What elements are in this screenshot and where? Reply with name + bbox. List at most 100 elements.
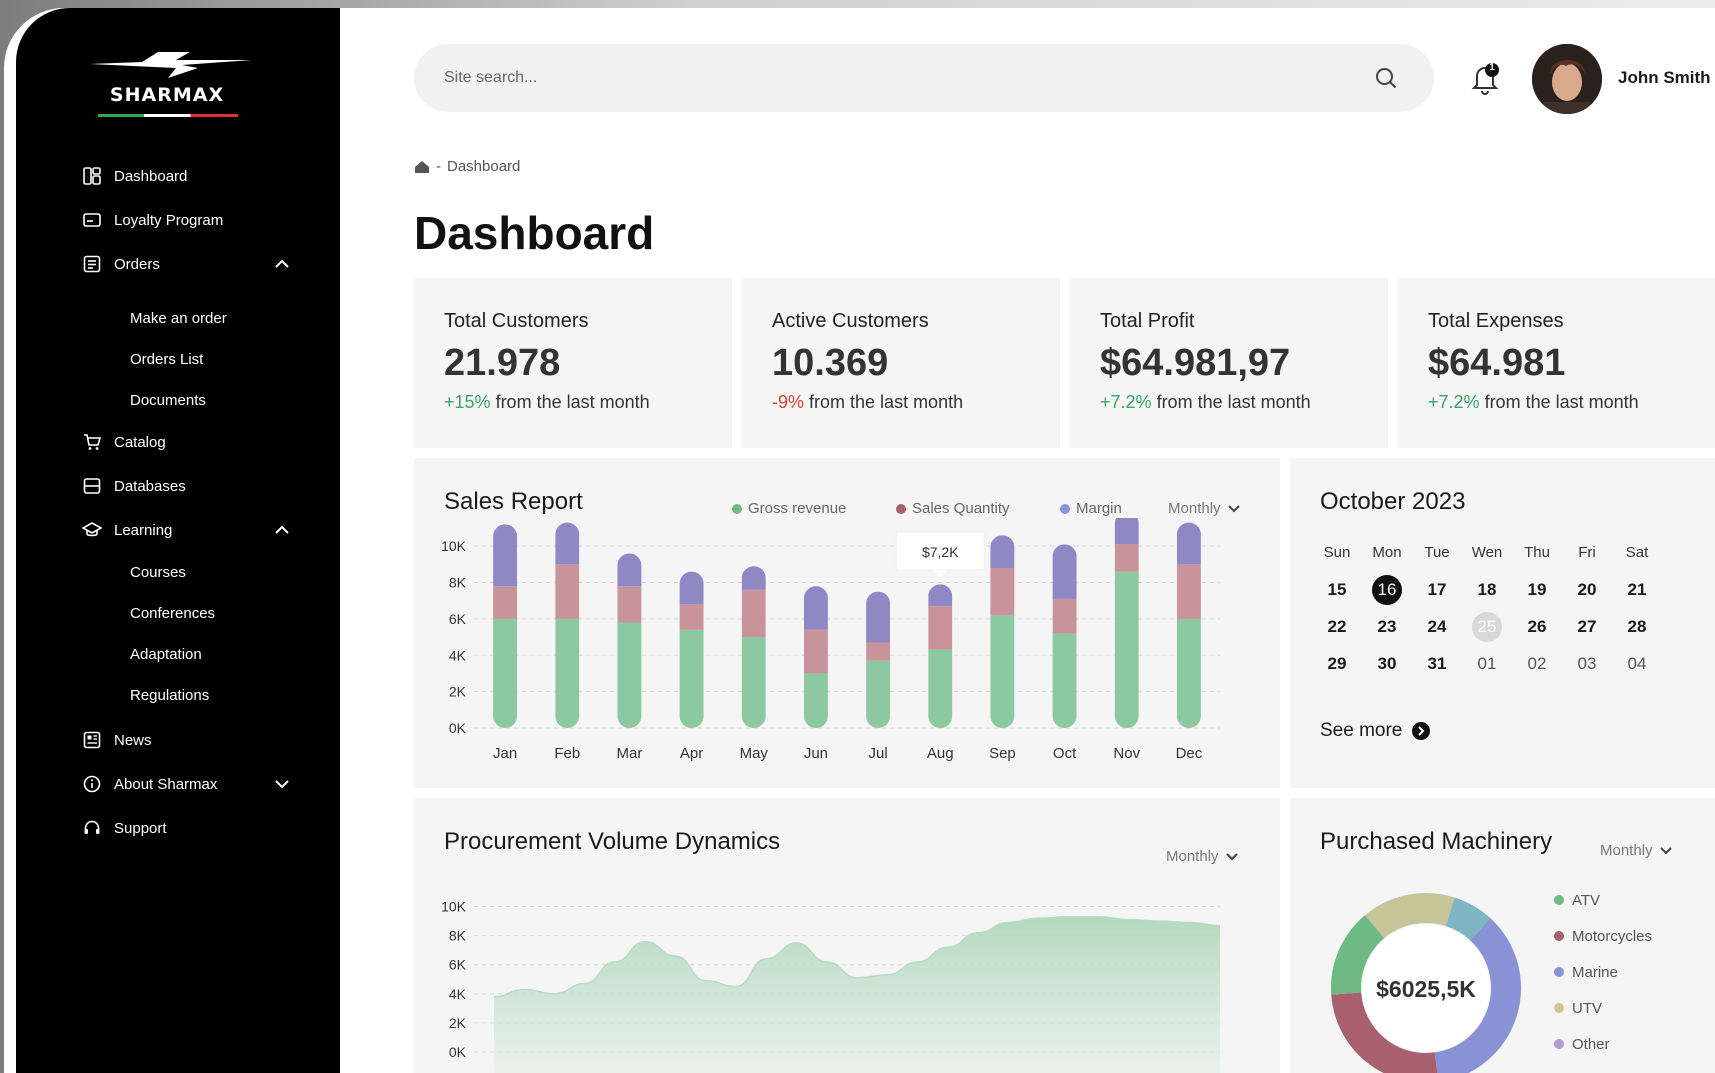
bar-segment-margin[interactable]	[1114, 518, 1139, 545]
bar-segment-gross-revenue[interactable]	[866, 660, 891, 728]
calendar-day[interactable]: 23	[1362, 612, 1412, 642]
sidebar-item-catalog[interactable]: Catalog	[82, 430, 292, 454]
calendar-day[interactable]: 31	[1412, 649, 1462, 679]
bar-stack-feb[interactable]	[555, 522, 580, 728]
procurement-period-dropdown[interactable]: Monthly	[1166, 848, 1239, 865]
legend-sales-quantity[interactable]: Sales Quantity	[896, 500, 1010, 517]
bar-stack-apr[interactable]	[679, 571, 704, 728]
calendar-day[interactable]: 28	[1612, 612, 1662, 642]
bar-segment-gross-revenue[interactable]	[990, 615, 1015, 728]
bar-segment-gross-revenue[interactable]	[1052, 633, 1077, 728]
sidebar-subitem-documents[interactable]: Documents	[130, 392, 206, 414]
bar-segment-sales-quantity[interactable]	[555, 564, 580, 619]
sidebar-subitem-adaptation[interactable]: Adaptation	[130, 646, 202, 668]
sidebar-subitem-make-an-order[interactable]: Make an order	[130, 310, 227, 332]
bar-segment-sales-quantity[interactable]	[741, 589, 766, 638]
calendar-day[interactable]: 26	[1512, 612, 1562, 642]
bar-segment-sales-quantity[interactable]	[990, 568, 1015, 616]
calendar-day-today[interactable]: 16	[1362, 574, 1412, 605]
bar-segment-sales-quantity[interactable]	[679, 604, 704, 630]
sidebar-item-loyalty-program[interactable]: Loyalty Program	[82, 208, 292, 232]
bar-segment-sales-quantity[interactable]	[928, 606, 953, 650]
brand-logo[interactable]: SHARMAX	[82, 48, 282, 128]
bar-segment-gross-revenue[interactable]	[493, 618, 518, 728]
bar-segment-gross-revenue[interactable]	[555, 618, 580, 728]
sidebar-subitem-orders-list[interactable]: Orders List	[130, 351, 203, 373]
bar-segment-gross-revenue[interactable]	[928, 649, 953, 728]
machinery-period-dropdown[interactable]: Monthly	[1600, 842, 1673, 859]
sidebar-item-about-sharmax[interactable]: About Sharmax	[82, 772, 292, 796]
sidebar-item-orders[interactable]: Orders	[82, 252, 292, 276]
bar-segment-gross-revenue[interactable]	[617, 622, 642, 728]
bar-stack-jul[interactable]	[866, 591, 891, 728]
bar-segment-margin[interactable]	[741, 566, 766, 590]
home-icon[interactable]	[414, 159, 430, 175]
donut-slice-other[interactable]	[1445, 897, 1491, 941]
bar-stack-nov[interactable]	[1114, 518, 1139, 728]
chevron-down-icon[interactable]	[272, 774, 292, 794]
sales-period-dropdown[interactable]: Monthly	[1168, 500, 1241, 517]
bar-segment-margin[interactable]	[679, 571, 704, 605]
legend-margin[interactable]: Margin	[1060, 500, 1122, 517]
bar-stack-dec[interactable]	[1176, 522, 1201, 728]
chevron-up-icon[interactable]	[272, 520, 292, 540]
bar-segment-gross-revenue[interactable]	[679, 629, 704, 728]
bar-segment-sales-quantity[interactable]	[803, 629, 828, 674]
calendar-day[interactable]: 01	[1462, 649, 1512, 679]
calendar-day[interactable]: 20	[1562, 575, 1612, 605]
bar-segment-margin[interactable]	[1052, 544, 1077, 599]
calendar-day[interactable]: 29	[1312, 649, 1362, 679]
calendar-day[interactable]: 03	[1562, 649, 1612, 679]
calendar-day[interactable]: 17	[1412, 575, 1462, 605]
bar-segment-sales-quantity[interactable]	[1114, 544, 1139, 572]
bar-segment-margin[interactable]	[617, 553, 642, 587]
calendar-day[interactable]: 24	[1412, 612, 1462, 642]
bar-stack-sep[interactable]	[990, 535, 1015, 728]
bar-segment-sales-quantity[interactable]	[617, 586, 642, 623]
bar-segment-margin[interactable]	[990, 535, 1015, 568]
sidebar-item-learning[interactable]: Learning	[82, 518, 292, 542]
bar-segment-margin[interactable]	[493, 524, 518, 587]
see-more-link[interactable]: See more	[1320, 720, 1431, 742]
sidebar-subitem-courses[interactable]: Courses	[130, 564, 186, 586]
legend-gross-revenue[interactable]: Gross revenue	[732, 500, 846, 517]
sidebar-subitem-conferences[interactable]: Conferences	[130, 605, 215, 627]
bar-segment-margin[interactable]	[928, 584, 953, 607]
calendar-day[interactable]: 30	[1362, 649, 1412, 679]
sidebar-item-databases[interactable]: Databases	[82, 474, 292, 498]
calendar-day[interactable]: 27	[1562, 612, 1612, 642]
calendar-day[interactable]: 21	[1612, 575, 1662, 605]
legend-utv[interactable]: UTV	[1554, 990, 1652, 1026]
bar-stack-jan[interactable]	[493, 524, 518, 728]
sidebar-item-dashboard[interactable]: Dashboard	[82, 164, 292, 188]
calendar-day[interactable]: 02	[1512, 649, 1562, 679]
bar-segment-margin[interactable]	[866, 591, 891, 643]
bar-segment-sales-quantity[interactable]	[1176, 564, 1201, 619]
bar-segment-gross-revenue[interactable]	[741, 637, 766, 728]
sidebar-item-support[interactable]: Support	[82, 816, 292, 840]
calendar-day[interactable]: 22	[1312, 612, 1362, 642]
bar-segment-margin[interactable]	[1176, 522, 1201, 565]
bar-stack-mar[interactable]	[617, 553, 642, 728]
bar-segment-gross-revenue[interactable]	[803, 673, 828, 728]
search-icon[interactable]	[1374, 66, 1398, 90]
donut-slice-utv[interactable]	[1364, 893, 1455, 939]
bar-segment-sales-quantity[interactable]	[866, 642, 891, 661]
bar-segment-gross-revenue[interactable]	[1114, 571, 1139, 728]
legend-other[interactable]: Other	[1554, 1026, 1652, 1062]
bar-stack-oct[interactable]	[1052, 544, 1077, 728]
sidebar-subitem-regulations[interactable]: Regulations	[130, 687, 209, 709]
bar-segment-sales-quantity[interactable]	[493, 586, 518, 619]
calendar-day[interactable]: 18	[1462, 575, 1512, 605]
bar-segment-sales-quantity[interactable]	[1052, 598, 1077, 634]
chevron-up-icon[interactable]	[272, 254, 292, 274]
bar-segment-margin[interactable]	[555, 522, 580, 565]
avatar[interactable]	[1532, 44, 1602, 114]
bar-stack-aug[interactable]	[928, 584, 953, 728]
calendar-day[interactable]: 19	[1512, 575, 1562, 605]
bar-stack-jun[interactable]	[803, 586, 828, 728]
bar-segment-margin[interactable]	[803, 586, 828, 630]
legend-marine[interactable]: Marine	[1554, 954, 1652, 990]
notifications-button[interactable]: 1	[1468, 60, 1502, 96]
search-input[interactable]	[444, 64, 1344, 92]
